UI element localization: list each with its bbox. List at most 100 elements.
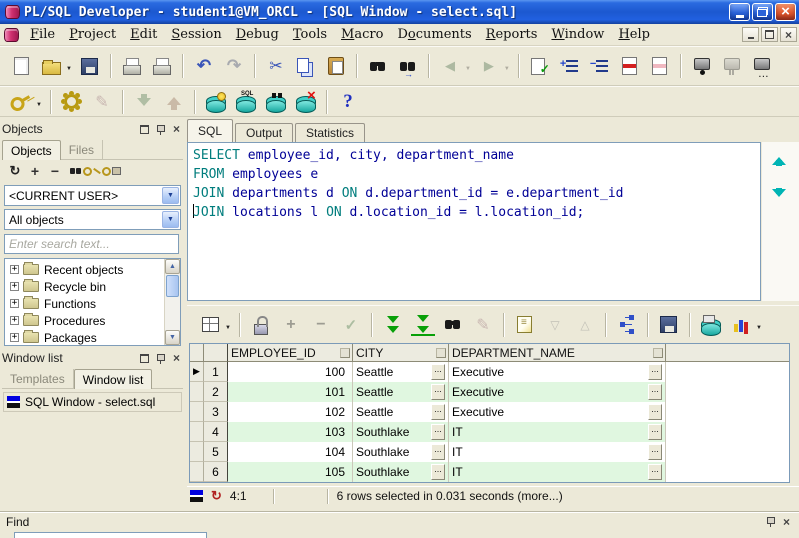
expand-icon[interactable]: + <box>10 282 19 291</box>
window-list-tab-templates[interactable]: Templates <box>2 369 74 388</box>
cell-ellipsis-button[interactable] <box>431 424 445 440</box>
cell-ellipsis-button[interactable] <box>648 444 662 460</box>
cell-department-name[interactable]: Executive <box>449 382 666 402</box>
cell-city[interactable]: Southlake <box>353 442 449 462</box>
scroll-up-icon[interactable]: ▲ <box>165 259 180 274</box>
cell-city[interactable]: Southlake <box>353 462 449 482</box>
sql-editor[interactable]: SELECT employee_id, city, department_nam… <box>187 142 761 301</box>
pin-panel-icon[interactable] <box>764 515 777 528</box>
cell-ellipsis-button[interactable] <box>431 364 445 380</box>
window-list-tab-window-list[interactable]: Window list <box>74 369 153 389</box>
objects-tab-objects[interactable]: Objects <box>2 140 61 160</box>
cell-department-name[interactable]: IT <box>449 442 666 462</box>
menu-file[interactable]: File <box>23 25 62 44</box>
cell-ellipsis-button[interactable] <box>431 404 445 420</box>
lock-button[interactable] <box>248 312 274 338</box>
window-list-item[interactable]: SQL Window - select.sql <box>3 392 182 412</box>
browser-folders-button[interactable] <box>106 163 124 179</box>
column-header-department-name[interactable]: DEPARTMENT_NAME <box>449 344 666 362</box>
find-text-input[interactable] <box>14 532 207 538</box>
tree-item-procedures[interactable]: +Procedures <box>5 312 180 329</box>
row-selector-cell[interactable] <box>190 462 204 482</box>
column-header-city[interactable]: CITY <box>353 344 449 362</box>
menu-edit[interactable]: Edit <box>123 25 164 44</box>
print-preview-button[interactable] <box>149 53 175 79</box>
find-grid-button[interactable] <box>440 312 466 338</box>
chevron-down-icon[interactable] <box>162 211 179 228</box>
menu-project[interactable]: Project <box>62 25 123 44</box>
objects-tab-files[interactable]: Files <box>61 140 103 159</box>
cell-city[interactable]: Seattle <box>353 362 449 382</box>
remove-button[interactable] <box>46 163 64 179</box>
grid-row-3[interactable]: 3102SeattleExecutive <box>190 402 789 422</box>
object-filter-select[interactable]: All objects <box>4 209 181 230</box>
tree-item-recycle-bin[interactable]: +Recycle bin <box>5 278 180 295</box>
cell-ellipsis-button[interactable] <box>431 444 445 460</box>
kill-session-db-button[interactable] <box>293 89 319 115</box>
tree-scrollbar[interactable]: ▲ ▼ <box>164 259 180 345</box>
cell-employee-id[interactable]: 101 <box>228 382 353 402</box>
mdi-restore-button[interactable] <box>761 27 778 42</box>
grid-row-5[interactable]: 5104SouthlakeIT <box>190 442 789 462</box>
grid-row-6[interactable]: 6105SouthlakeIT <box>190 462 789 482</box>
cell-employee-id[interactable]: 104 <box>228 442 353 462</box>
cell-employee-id[interactable]: 100 <box>228 362 353 382</box>
tree-item-functions[interactable]: +Functions <box>5 295 180 312</box>
float-panel-icon[interactable] <box>138 123 151 136</box>
row-selector-cell[interactable]: ▶ <box>190 362 204 382</box>
cell-department-name[interactable]: Executive <box>449 402 666 422</box>
save-results-button[interactable] <box>656 312 682 338</box>
paste-button[interactable] <box>323 53 349 79</box>
pin-panel-icon[interactable] <box>154 123 167 136</box>
menu-macro[interactable]: Macro <box>334 25 390 44</box>
cell-ellipsis-button[interactable] <box>648 464 662 480</box>
cell-city[interactable]: Seattle <box>353 382 449 402</box>
highlight-button[interactable] <box>617 53 643 79</box>
row-selector-cell[interactable] <box>190 402 204 422</box>
object-search-input[interactable] <box>4 234 179 254</box>
row-selector-cell[interactable] <box>190 422 204 442</box>
menu-window[interactable]: Window <box>544 25 611 44</box>
cell-employee-id[interactable]: 105 <box>228 462 353 482</box>
unhighlight-button[interactable] <box>647 53 673 79</box>
column-header-employee-id[interactable]: EMPLOYEE_ID <box>228 344 353 362</box>
cell-ellipsis-button[interactable] <box>431 464 445 480</box>
restore-button[interactable] <box>752 3 773 21</box>
print-button[interactable] <box>119 53 145 79</box>
minimize-button[interactable] <box>729 3 750 21</box>
find-button[interactable] <box>365 53 391 79</box>
find-next-button[interactable] <box>395 53 421 79</box>
cell-department-name[interactable]: IT <box>449 462 666 482</box>
schema-select[interactable]: <CURRENT USER> <box>4 185 181 206</box>
scroll-thumb[interactable] <box>166 275 179 297</box>
new-sql-window-db-button[interactable] <box>233 89 259 115</box>
copy-sql-db-button[interactable] <box>698 312 724 338</box>
fetch-next-button[interactable] <box>380 312 406 338</box>
dropdown-arrow-icon[interactable] <box>66 59 72 73</box>
cell-ellipsis-button[interactable] <box>648 424 662 440</box>
grid-layout-button[interactable] <box>197 312 232 338</box>
cell-ellipsis-button[interactable] <box>648 404 662 420</box>
row-selector-cell[interactable] <box>190 382 204 402</box>
previous-statement-icon[interactable] <box>772 154 786 168</box>
grid-row-1[interactable]: ▶1100SeattleExecutive <box>190 362 789 382</box>
expand-icon[interactable]: + <box>10 316 19 325</box>
sql-window-tab-output[interactable]: Output <box>235 123 293 142</box>
row-selector-cell[interactable] <box>190 442 204 462</box>
close-find-icon[interactable] <box>780 515 793 528</box>
menu-session[interactable]: Session <box>164 25 228 44</box>
dropdown-arrow-icon[interactable] <box>465 59 471 73</box>
chart-button[interactable] <box>728 312 763 338</box>
expand-icon[interactable]: + <box>10 333 19 342</box>
cell-ellipsis-button[interactable] <box>648 384 662 400</box>
menu-debug[interactable]: Debug <box>229 25 286 44</box>
menu-tools[interactable]: Tools <box>286 25 334 44</box>
auto-refresh-icon[interactable] <box>211 488 222 504</box>
sql-window-tab-statistics[interactable]: Statistics <box>295 123 365 142</box>
single-record-button[interactable] <box>614 312 640 338</box>
dropdown-arrow-icon[interactable] <box>225 318 231 332</box>
next-statement-icon[interactable] <box>772 186 786 200</box>
mdi-minimize-button[interactable] <box>742 27 759 42</box>
indent-button[interactable] <box>557 53 583 79</box>
help-button[interactable] <box>335 89 361 115</box>
